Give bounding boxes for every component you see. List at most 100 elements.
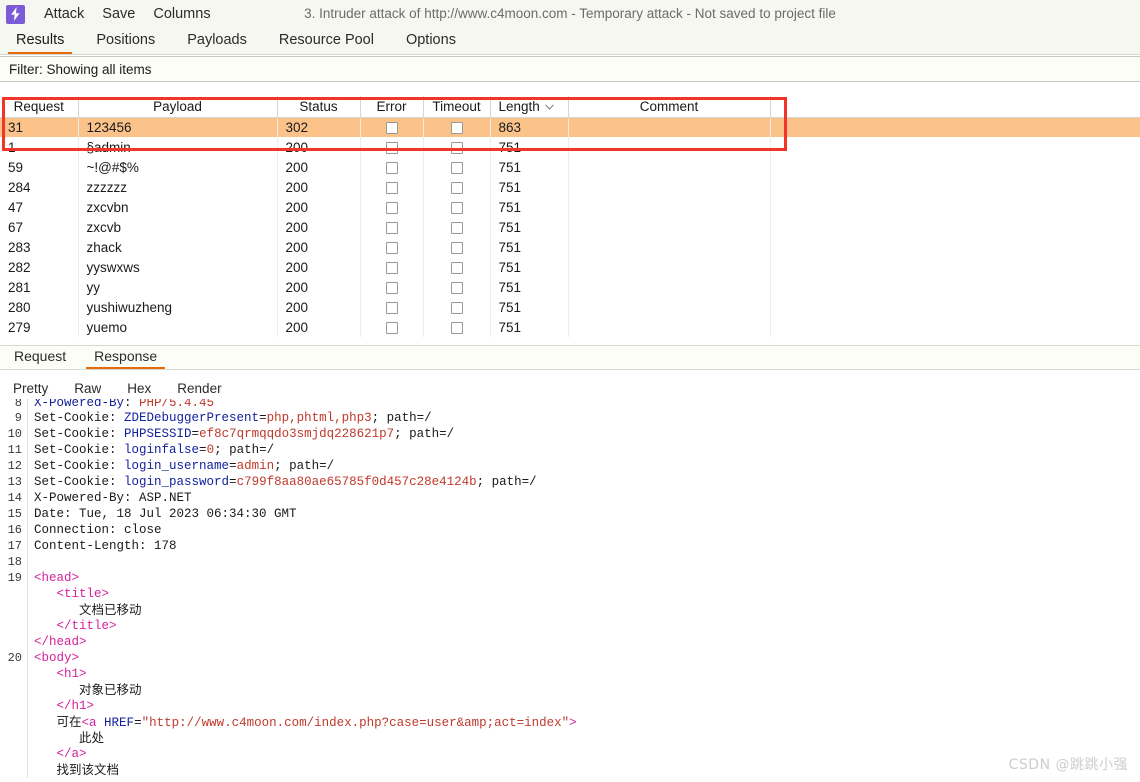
code-token: = xyxy=(229,459,237,473)
line-number xyxy=(0,618,28,634)
tab-hex[interactable]: Hex xyxy=(114,377,164,401)
code-token: </a> xyxy=(56,747,87,761)
cell-payload: ~!@#$% xyxy=(78,157,278,177)
tab-render[interactable]: Render xyxy=(164,377,234,401)
error-checkbox[interactable] xyxy=(385,141,398,154)
timeout-checkbox[interactable] xyxy=(450,141,463,154)
timeout-checkbox[interactable] xyxy=(450,301,463,314)
error-checkbox[interactable] xyxy=(385,321,398,334)
timeout-checkbox[interactable] xyxy=(450,221,463,234)
line-number: 18 xyxy=(0,554,28,570)
column-header-status[interactable]: Status xyxy=(277,96,361,118)
column-header-payload[interactable]: Payload xyxy=(78,96,278,118)
timeout-checkbox[interactable] xyxy=(450,181,463,194)
cell-request: 47 xyxy=(0,197,79,217)
cell-request: 281 xyxy=(0,277,79,297)
table-row[interactable]: 281 yy 200 751 xyxy=(0,277,1140,297)
timeout-checkbox[interactable] xyxy=(450,161,463,174)
table-row[interactable]: 59 ~!@#$% 200 751 xyxy=(0,157,1140,177)
table-row[interactable]: 31 123456 302 863 xyxy=(0,117,1140,137)
cell-comment xyxy=(568,257,771,277)
code-token: 0 xyxy=(206,443,215,457)
cell-timeout xyxy=(423,217,491,237)
response-line: 10 Set-Cookie: PHPSESSID=ef8c7qrmqqdo3smj… xyxy=(0,426,1140,442)
cell-payload: zxcvb xyxy=(78,217,278,237)
cell-length: 751 xyxy=(490,157,569,177)
tab-options[interactable]: Options xyxy=(390,28,472,54)
error-checkbox[interactable] xyxy=(385,161,398,174)
table-row[interactable]: 47 zxcvbn 200 751 xyxy=(0,197,1140,217)
column-header-length[interactable]: Length xyxy=(490,96,569,118)
table-row[interactable]: 284 zzzzzz 200 751 xyxy=(0,177,1140,197)
table-row[interactable]: 67 zxcvb 200 751 xyxy=(0,217,1140,237)
tab-payloads[interactable]: Payloads xyxy=(171,28,263,54)
cell-error xyxy=(360,117,424,137)
line-number xyxy=(0,730,28,746)
code-token: = xyxy=(229,475,237,489)
tab-raw[interactable]: Raw xyxy=(61,377,114,401)
response-line: 找到该文档 xyxy=(0,762,1140,778)
timeout-checkbox[interactable] xyxy=(450,261,463,274)
code-token: HREF xyxy=(104,716,135,730)
cell-request: 280 xyxy=(0,297,79,317)
results-table-container[interactable]: Request Payload Status Error Timeout Len… xyxy=(0,96,1140,341)
cell-request: 59 xyxy=(0,157,79,177)
tab-results[interactable]: Results xyxy=(0,28,80,54)
menu-item-attack[interactable]: Attack xyxy=(35,0,93,28)
cell-request: 1 xyxy=(0,137,79,157)
tab-pretty[interactable]: Pretty xyxy=(0,377,61,401)
timeout-checkbox[interactable] xyxy=(450,201,463,214)
cell-length: 751 xyxy=(490,297,569,317)
code-token: : close xyxy=(109,523,162,537)
cell-request: 31 xyxy=(0,117,79,137)
code-token: login_password xyxy=(124,475,230,489)
table-row[interactable]: 279 yuemo 200 751 xyxy=(0,317,1140,337)
code-token: </h1> xyxy=(56,699,95,713)
line-number: 16 xyxy=(0,522,28,538)
error-checkbox[interactable] xyxy=(385,181,398,194)
response-viewer[interactable]: 8 X-Powered-By: PHP/5.4.45 9 Set-Cookie: ZD… xyxy=(0,399,1140,782)
line-content: <head> xyxy=(28,570,79,586)
line-number: 8 xyxy=(0,399,28,410)
table-row[interactable]: 1 §admin 200 751 xyxy=(0,137,1140,157)
error-checkbox[interactable] xyxy=(385,281,398,294)
column-header-error[interactable]: Error xyxy=(360,96,424,118)
code-token: X-Powered-By xyxy=(34,491,125,505)
line-number xyxy=(0,746,28,762)
column-header-request[interactable]: Request xyxy=(0,96,79,118)
error-checkbox[interactable] xyxy=(385,122,398,135)
cell-status: 200 xyxy=(277,217,361,237)
tab-request[interactable]: Request xyxy=(0,345,80,369)
filter-bar[interactable]: Filter: Showing all items xyxy=(0,56,1140,82)
cell-request: 283 xyxy=(0,237,79,257)
column-header-comment[interactable]: Comment xyxy=(568,96,771,118)
table-row[interactable]: 280 yushiwuzheng 200 751 xyxy=(0,297,1140,317)
response-line: </title> xyxy=(0,618,1140,634)
tab-positions[interactable]: Positions xyxy=(80,28,171,54)
error-checkbox[interactable] xyxy=(385,261,398,274)
error-checkbox[interactable] xyxy=(385,201,398,214)
tab-response[interactable]: Response xyxy=(80,345,171,369)
column-header-spacer xyxy=(770,96,1140,118)
line-number: 19 xyxy=(0,570,28,586)
table-row[interactable]: 283 zhack 200 751 xyxy=(0,237,1140,257)
timeout-checkbox[interactable] xyxy=(450,281,463,294)
timeout-checkbox[interactable] xyxy=(450,241,463,254)
cell-error xyxy=(360,317,424,337)
code-token: Set-Cookie xyxy=(34,475,110,489)
timeout-checkbox[interactable] xyxy=(450,321,463,334)
error-checkbox[interactable] xyxy=(385,301,398,314)
error-checkbox[interactable] xyxy=(385,241,398,254)
line-content: X-Powered-By: ASP.NET xyxy=(28,490,192,506)
table-row[interactable]: 282 yyswxws 200 751 xyxy=(0,257,1140,277)
cell-spacer xyxy=(770,317,1140,337)
tab-resource-pool[interactable]: Resource Pool xyxy=(263,28,390,54)
line-content: </title> xyxy=(28,618,117,634)
cell-length: 751 xyxy=(490,137,569,157)
error-checkbox[interactable] xyxy=(385,221,398,234)
timeout-checkbox[interactable] xyxy=(450,122,463,135)
column-header-timeout[interactable]: Timeout xyxy=(423,96,491,118)
menu-item-columns[interactable]: Columns xyxy=(144,0,219,28)
menu-item-save[interactable]: Save xyxy=(93,0,144,28)
